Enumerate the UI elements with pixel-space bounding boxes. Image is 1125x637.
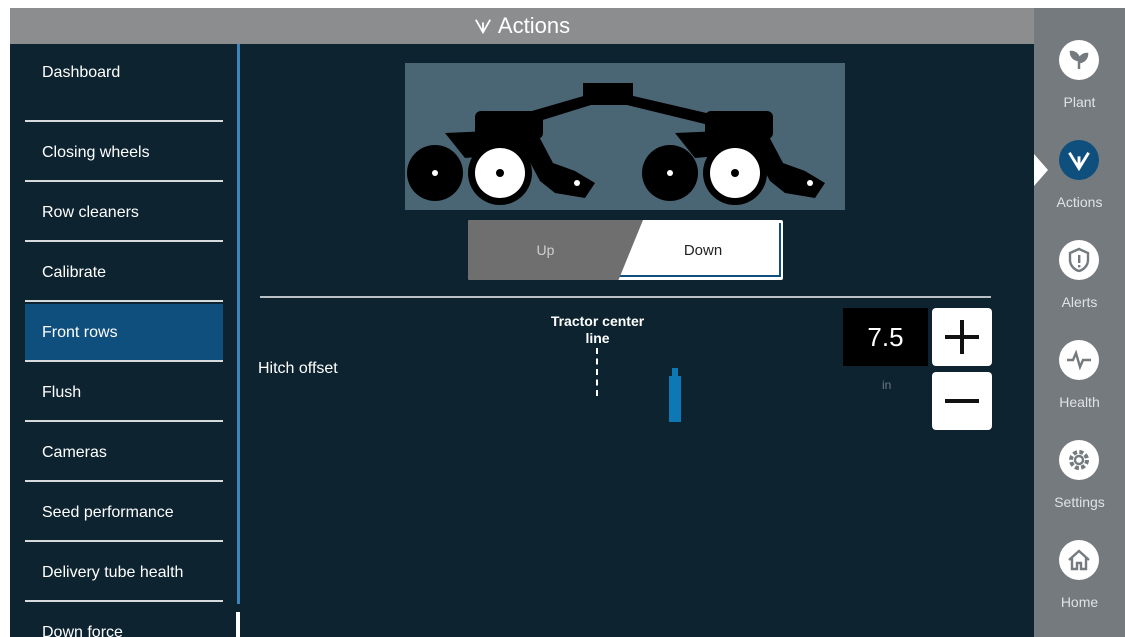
hitch-offset-label: Hitch offset [258, 360, 338, 377]
nav-alerts[interactable]: Alerts [1034, 208, 1125, 310]
alerts-icon [1059, 240, 1099, 280]
actions-icon [1059, 140, 1099, 180]
menu-scrollbar[interactable] [237, 44, 240, 604]
app-screen: Actions Dashboard Closing wheels Row cle… [10, 8, 1125, 637]
side-menu: Dashboard Closing wheels Row cleaners Ca… [25, 44, 223, 637]
nav-home[interactable]: Home [1034, 508, 1125, 610]
menu-divider [25, 540, 223, 542]
app-frame: Actions Dashboard Closing wheels Row cle… [0, 0, 1125, 637]
menu-divider [25, 240, 223, 242]
minus-icon [945, 399, 979, 403]
menu-divider [25, 480, 223, 482]
section-divider [260, 296, 991, 298]
tractor-center-line [596, 348, 598, 396]
menu-divider [25, 120, 223, 122]
menu-item-front-rows[interactable]: Front rows [25, 304, 223, 362]
settings-icon [1059, 440, 1099, 480]
menu-item-row-cleaners[interactable]: Row cleaners [25, 184, 223, 242]
home-icon [1059, 540, 1099, 580]
menu-item-closing-wheels[interactable]: Closing wheels [25, 124, 223, 182]
active-nav-pointer [1034, 154, 1048, 186]
hitch-position-marker [669, 368, 681, 422]
hitch-offset-value[interactable]: 7.5 [843, 308, 928, 366]
toggle-down-label: Down [683, 241, 723, 259]
planter-row-illustration [405, 63, 845, 210]
plant-icon [1059, 40, 1099, 80]
nav-settings[interactable]: Settings [1034, 408, 1125, 510]
page-title: Actions [497, 13, 571, 38]
menu-item-seed-performance[interactable]: Seed performance [25, 484, 223, 542]
decrease-offset-button[interactable] [932, 372, 992, 430]
menu-item-cameras[interactable]: Cameras [25, 424, 223, 482]
menu-divider [25, 360, 223, 362]
tractor-center-label-line2: line [585, 330, 610, 346]
tractor-center-label: Tractor center line [530, 313, 665, 347]
menu-scroll-thumb[interactable] [236, 612, 240, 637]
menu-item-dashboard[interactable]: Dashboard [25, 44, 223, 102]
right-nav: Plant Actions Alerts Health Settings Hom… [1034, 8, 1125, 637]
tractor-center-label-line1: Tractor center [550, 313, 645, 329]
menu-item-flush[interactable]: Flush [25, 364, 223, 422]
hitch-offset-unit: in [882, 378, 892, 392]
menu-divider [25, 600, 223, 602]
health-icon [1059, 340, 1099, 380]
nav-health[interactable]: Health [1034, 308, 1125, 410]
menu-item-delivery-tube-health[interactable]: Delivery tube health [25, 544, 223, 602]
actions-icon [474, 19, 491, 35]
title-bar: Actions [10, 8, 1034, 44]
menu-divider [25, 300, 223, 302]
planter-graphic [407, 83, 825, 205]
nav-plant[interactable]: Plant [1034, 8, 1125, 110]
toggle-up-label: Up [536, 242, 555, 258]
nav-home-label: Home [1060, 594, 1099, 610]
menu-divider [25, 180, 223, 182]
plus-icon-vertical [960, 320, 964, 354]
menu-item-calibrate[interactable]: Calibrate [25, 244, 223, 302]
increase-offset-button[interactable] [932, 308, 992, 366]
menu-item-down-force[interactable]: Down force [25, 604, 223, 637]
position-toggle: Up Down [468, 220, 783, 280]
menu-divider [25, 420, 223, 422]
toggle-up-option[interactable]: Up [468, 220, 643, 280]
